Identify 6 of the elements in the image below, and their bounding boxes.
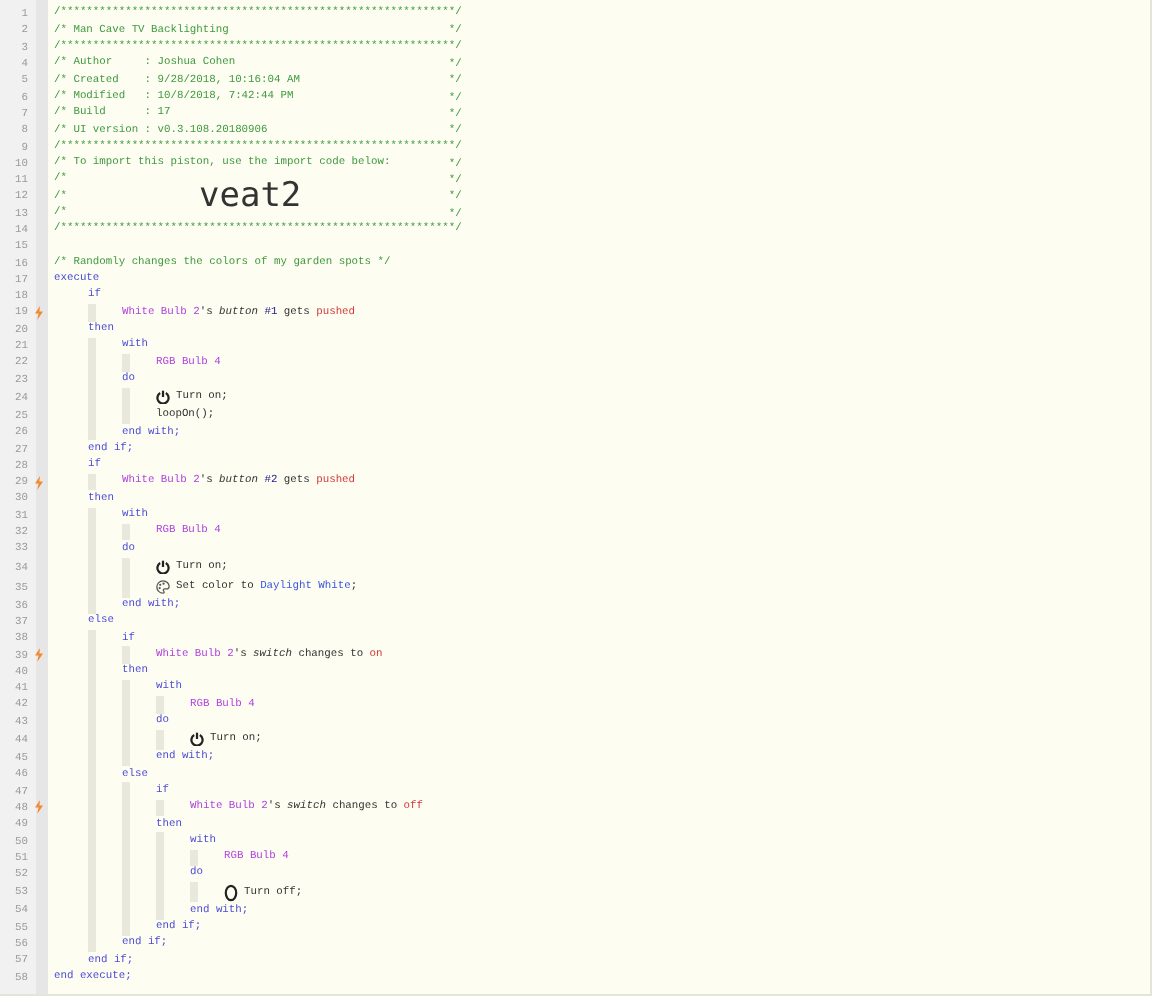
power-icon (190, 732, 204, 747)
import-code: veat2 (198, 179, 302, 214)
power-icon (156, 390, 170, 405)
circle-icon (224, 883, 238, 902)
power-icon (156, 560, 170, 574)
palette-icon (156, 580, 170, 594)
